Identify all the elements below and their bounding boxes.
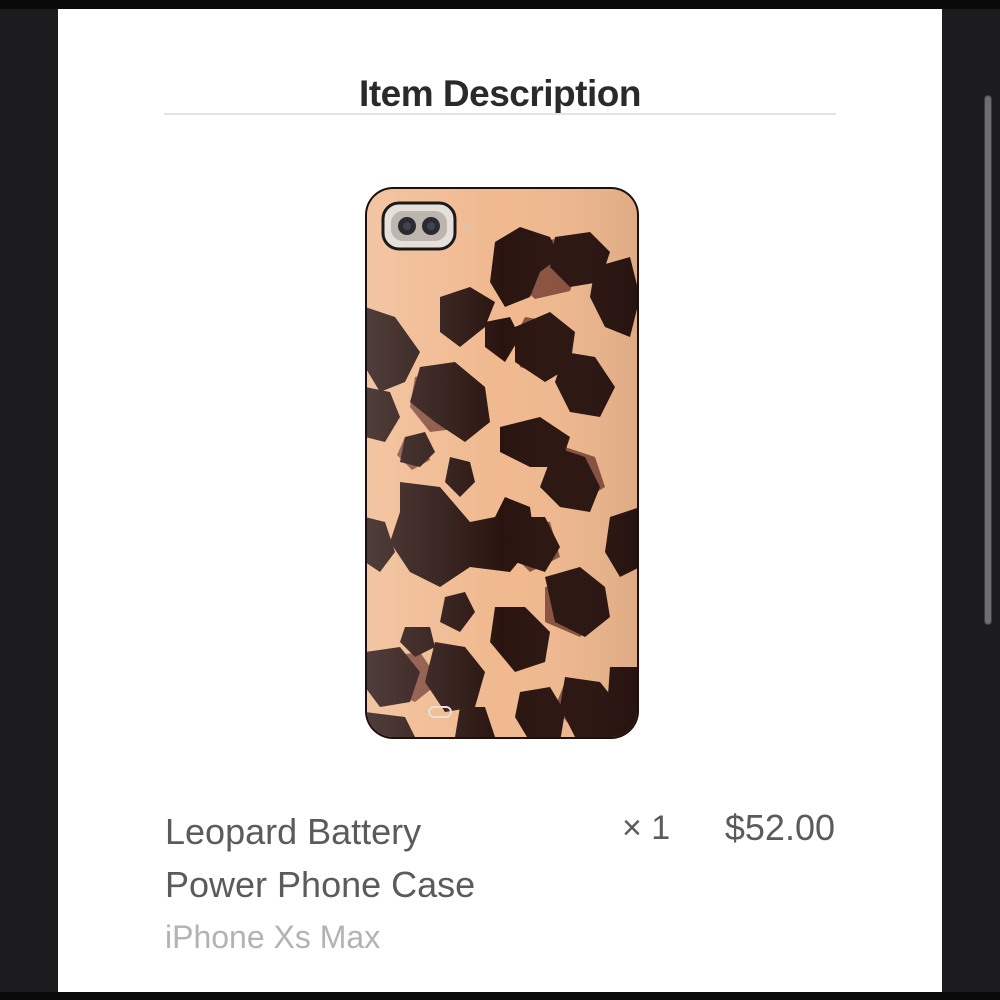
top-edge (0, 0, 1000, 9)
item-name-line-2: Power Phone Case (165, 864, 476, 905)
product-image (365, 187, 639, 739)
title-divider (164, 113, 836, 115)
item-price: $52.00 (724, 807, 835, 848)
item-description-card: Item Description Leopard Battery Power P… (58, 9, 942, 992)
scrollbar-thumb[interactable] (985, 96, 991, 624)
bottom-edge (0, 992, 1000, 1000)
item-quantity: × 1 (622, 809, 671, 847)
item-variant: iPhone Xs Max (165, 919, 381, 955)
item-name-line-1: Leopard Battery (165, 811, 422, 852)
page-title: Item Description (359, 73, 641, 114)
